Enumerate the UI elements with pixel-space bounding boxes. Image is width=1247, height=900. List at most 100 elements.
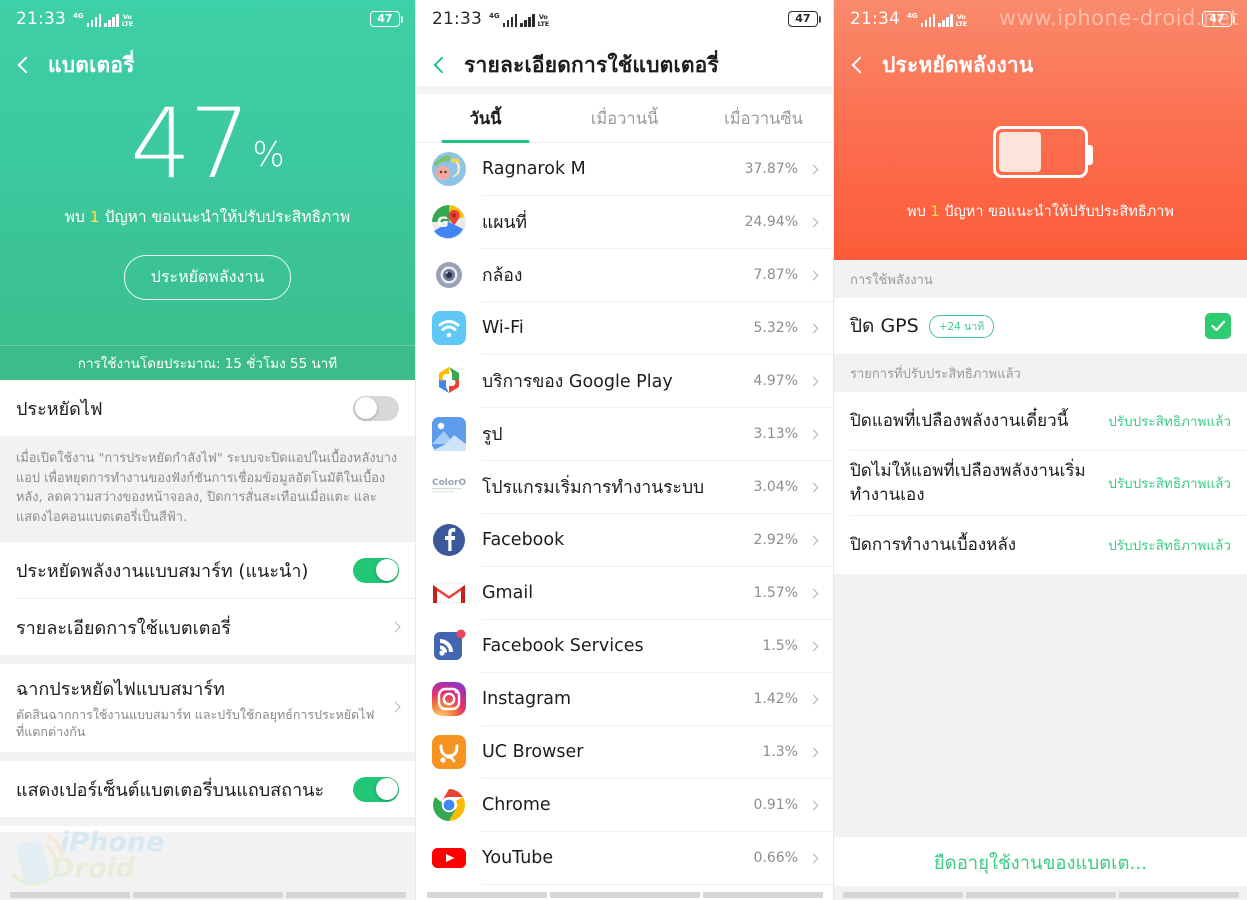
chevron-right-icon bbox=[389, 701, 401, 713]
chevron-right-icon bbox=[808, 588, 819, 598]
nav-back-button[interactable] bbox=[1118, 892, 1239, 898]
app-usage-row[interactable]: Instagram 1.42% bbox=[416, 673, 833, 725]
app-usage-row[interactable]: YouTube 0.66% bbox=[416, 832, 833, 884]
iphonedroid-watermark: iPhone Droid bbox=[8, 829, 173, 886]
nav-recents-button[interactable] bbox=[9, 892, 130, 898]
status-signal-icons: 4G Vo LTE bbox=[489, 11, 549, 27]
signal-bars-sim2 bbox=[938, 14, 953, 27]
nav-back-button[interactable] bbox=[702, 892, 823, 898]
issue-suffix: ปัญหา ขอแนะนำให้ปรับประสิทธิภาพ bbox=[104, 208, 351, 226]
chevron-right-icon bbox=[808, 800, 819, 810]
gps-label: ปิด GPS bbox=[850, 315, 919, 337]
optimized-item-status: ปรับประสิทธิภาพแล้ว bbox=[1108, 414, 1231, 430]
status-battery: 47 bbox=[370, 11, 403, 27]
chevron-left-icon[interactable] bbox=[433, 56, 451, 74]
nav-home-button[interactable] bbox=[132, 892, 283, 898]
app-usage-row[interactable]: กล้อง 7.87% bbox=[416, 249, 833, 301]
tab-day-before-yesterday[interactable]: เมื่อวานซืน bbox=[694, 94, 833, 142]
app-usage-row[interactable]: G แผนที่ 24.94% bbox=[416, 196, 833, 248]
check-icon bbox=[1210, 320, 1225, 332]
panel-battery-usage-detail: 21:33 4G Vo LTE 47 รายละเอียดการใช้แบตเตอ… bbox=[415, 0, 833, 900]
app-name: บริการของ Google Play bbox=[482, 372, 673, 392]
setting-battery-detail[interactable]: รายละเอียดการใช้แบตเตอรี่ bbox=[0, 599, 415, 655]
power-saving-content: การใช้พลังงาน ปิด GPS +24 นาที รายการที่… bbox=[834, 260, 1247, 574]
battery-percent-value: 47 bbox=[130, 88, 250, 200]
chevron-left-icon[interactable] bbox=[17, 56, 35, 74]
app-name: Wi-Fi bbox=[482, 318, 524, 338]
nav-home-button[interactable] bbox=[549, 892, 700, 898]
gps-toggle-row[interactable]: ปิด GPS +24 นาที bbox=[834, 298, 1247, 354]
facebook-services-icon bbox=[432, 629, 466, 663]
save-power-button[interactable]: ประหยัดพลังงาน bbox=[123, 255, 292, 300]
smart-power-save-toggle[interactable] bbox=[353, 557, 399, 583]
nav-back-button[interactable] bbox=[285, 892, 406, 898]
chevron-right-icon bbox=[808, 853, 819, 863]
optimized-item-row[interactable]: ปิดการทำงานเบื้องหลัง ปรับประสิทธิภาพแล้ว bbox=[834, 516, 1247, 574]
system-navigation-bar[interactable] bbox=[834, 888, 1247, 900]
setting-smart-power-save[interactable]: ประหยัดพลังงานแบบสมาร์ท (แนะนำ) bbox=[0, 542, 415, 598]
app-battery-percent: 1.57% bbox=[753, 585, 798, 601]
svg-text:ColorOS: ColorOS bbox=[432, 478, 466, 488]
nav-home-button[interactable] bbox=[965, 892, 1116, 898]
extend-battery-life-button[interactable]: ยืดอายุใช้งานของแบตเต... bbox=[834, 837, 1247, 886]
app-usage-row[interactable]: Gmail 1.57% bbox=[416, 567, 833, 619]
nav-recents-button[interactable] bbox=[842, 892, 963, 898]
issue-summary: พบ 1 ปัญหา ขอแนะนำให้ปรับประสิทธิภาพ bbox=[834, 200, 1247, 223]
optimized-item-status: ปรับประสิทธิภาพแล้ว bbox=[1108, 538, 1231, 554]
app-usage-row[interactable]: Facebook 2.92% bbox=[416, 514, 833, 566]
app-name: รูป bbox=[482, 425, 503, 445]
show-percent-toggle[interactable] bbox=[353, 776, 399, 802]
watermark-line2: Droid bbox=[52, 853, 135, 884]
system-navigation-bar[interactable] bbox=[0, 888, 415, 900]
tab-today[interactable]: วันนี้ bbox=[416, 94, 555, 142]
nav-recents-button[interactable] bbox=[426, 892, 547, 898]
volte-icon: Vo LTE bbox=[121, 13, 134, 28]
status-bar-2: 21:33 4G Vo LTE 47 bbox=[416, 0, 833, 38]
status-battery: 47 bbox=[788, 11, 821, 27]
page-title: ประหยัดพลังงาน bbox=[882, 52, 1034, 77]
tab-yesterday[interactable]: เมื่อวานนี้ bbox=[555, 94, 694, 142]
setting-smart-scene[interactable]: ฉากประหยัดไฟแบบสมาร์ท ตัดสินฉากการใช้งาน… bbox=[0, 664, 415, 752]
app-battery-percent: 3.13% bbox=[753, 426, 798, 442]
optimized-item-label: ปิดการทำงานเบื้องหลัง bbox=[850, 535, 1017, 555]
gps-checkbox[interactable] bbox=[1205, 313, 1231, 339]
setting-power-save[interactable]: ประหยัดไฟ bbox=[0, 380, 415, 436]
app-usage-row[interactable]: Ragnarok M 37.87% bbox=[416, 143, 833, 195]
issue-prefix: พบ bbox=[64, 208, 85, 226]
youtube-icon bbox=[432, 841, 466, 875]
volte-icon: Vo LTE bbox=[955, 13, 968, 28]
app-usage-row[interactable]: ColorOS โปรแกรมเริ่มการทำงานระบบ 3.04% bbox=[416, 461, 833, 513]
app-usage-row[interactable]: บริการของ Google Play 4.97% bbox=[416, 355, 833, 407]
app-battery-percent: 1.3% bbox=[762, 744, 798, 760]
app-usage-row[interactable]: รูป 3.13% bbox=[416, 408, 833, 460]
status-bar-3: 21:34 4G Vo LTE 47 bbox=[834, 0, 1247, 38]
power-save-toggle[interactable] bbox=[353, 395, 399, 421]
app-battery-percent: 4.97% bbox=[753, 373, 798, 389]
chevron-left-icon[interactable] bbox=[851, 56, 869, 74]
status-battery: 47 bbox=[1202, 11, 1235, 27]
chevron-right-icon bbox=[808, 164, 819, 174]
optimized-item-row[interactable]: ปิดแอพที่เปลืองพลังงานเดี๋ยวนี้ ปรับประสิ… bbox=[834, 392, 1247, 450]
section-header-usage: การใช้พลังงาน bbox=[834, 260, 1247, 298]
chevron-right-icon bbox=[808, 323, 819, 333]
chevron-right-icon bbox=[808, 747, 819, 757]
signal-bars-sim1 bbox=[920, 14, 936, 27]
app-usage-row[interactable]: Facebook Services 1.5% bbox=[416, 620, 833, 672]
smart-scene-text: ฉากประหยัดไฟแบบสมาร์ท ตัดสินฉากการใช้งาน… bbox=[16, 674, 391, 740]
show-percent-label: แสดงเปอร์เซ็นต์แบตเตอรี่บนแถบสถานะ bbox=[16, 779, 325, 801]
optimized-item-row[interactable]: ปิดไม่ให้แอพที่เปลืองพลังงานเริ่มทำงานเอ… bbox=[834, 451, 1247, 515]
uc-browser-icon bbox=[432, 735, 466, 769]
app-name: แผนที่ bbox=[482, 213, 528, 233]
wifi-icon bbox=[432, 311, 466, 345]
status-bar-1: 21:33 4G Vo LTE 47 bbox=[0, 0, 415, 38]
app-usage-row[interactable]: Wi-Fi 5.32% bbox=[416, 302, 833, 354]
app-name: Ragnarok M bbox=[482, 159, 586, 179]
system-navigation-bar[interactable] bbox=[416, 888, 833, 900]
app-usage-row[interactable]: UC Browser 1.3% bbox=[416, 726, 833, 778]
app-battery-percent: 1.42% bbox=[753, 691, 798, 707]
network-type-label: 4G bbox=[907, 12, 918, 20]
issue-prefix: พบ bbox=[907, 204, 926, 220]
app-usage-row[interactable]: Chrome 0.91% bbox=[416, 779, 833, 831]
setting-show-battery-percent[interactable]: แสดงเปอร์เซ็นต์แบตเตอรี่บนแถบสถานะ bbox=[0, 761, 415, 817]
section-gap bbox=[0, 752, 415, 761]
